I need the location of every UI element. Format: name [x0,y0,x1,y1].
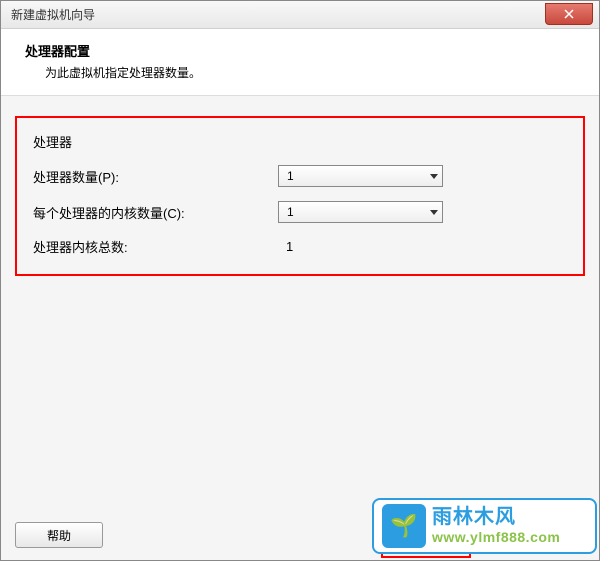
cores-per-processor-dropdown[interactable]: 1 [278,201,443,223]
close-button[interactable] [545,3,593,25]
processor-count-row: 处理器数量(P): 1 [33,165,567,187]
watermark-logo-icon: 🌱 [382,504,426,548]
watermark-url: www.ylmf888.com [432,529,587,545]
processor-count-value: 1 [287,169,294,183]
chevron-down-icon [430,174,438,179]
content-area: 处理器 处理器数量(P): 1 每个处理器的内核数量(C): 1 处理器内核总数… [1,96,599,517]
total-cores-row: 处理器内核总数: 1 [33,237,567,256]
cores-per-processor-label: 每个处理器的内核数量(C): [33,203,278,222]
watermark-brand: 雨林木风 [432,506,587,529]
watermark-text: 雨林木风 www.ylmf888.com [432,506,587,545]
chevron-down-icon [430,210,438,215]
cores-per-processor-value: 1 [287,205,294,219]
processor-count-label: 处理器数量(P): [33,167,278,186]
header-subtitle: 为此虚拟机指定处理器数量。 [45,64,575,81]
close-icon [564,9,574,19]
total-cores-value: 1 [278,239,293,254]
header-section: 处理器配置 为此虚拟机指定处理器数量。 [1,29,599,96]
header-title: 处理器配置 [25,41,575,60]
help-button[interactable]: 帮助 [15,522,103,548]
wizard-window: 新建虚拟机向导 处理器配置 为此虚拟机指定处理器数量。 处理器 处理器数量(P)… [0,0,600,561]
help-button-label: 帮助 [47,527,71,544]
cores-per-processor-row: 每个处理器的内核数量(C): 1 [33,201,567,223]
titlebar: 新建虚拟机向导 [1,1,599,29]
processor-count-dropdown[interactable]: 1 [278,165,443,187]
highlight-box: 处理器 处理器数量(P): 1 每个处理器的内核数量(C): 1 处理器内核总数… [15,116,585,276]
window-title: 新建虚拟机向导 [11,6,95,23]
watermark: 🌱 雨林木风 www.ylmf888.com [372,498,597,554]
total-cores-label: 处理器内核总数: [33,237,278,256]
processors-section-label: 处理器 [33,132,567,151]
